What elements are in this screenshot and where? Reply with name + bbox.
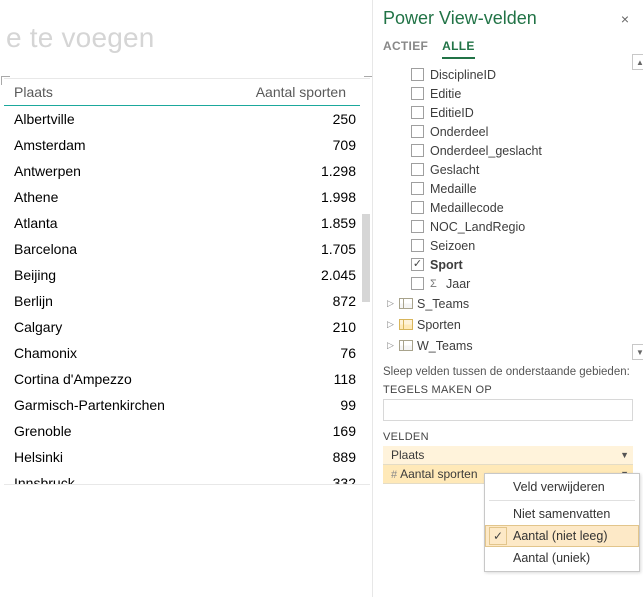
chevron-down-icon[interactable]: ▼ xyxy=(620,450,629,460)
table-row[interactable]: Antwerpen1.298 xyxy=(4,158,370,184)
menu-item-no-summary[interactable]: Niet samenvatten xyxy=(485,503,639,525)
fields-list: DisciplineID Editie EditieID Onderdeel O… xyxy=(389,65,633,356)
chevron-right-icon: ▷ xyxy=(387,298,395,309)
zone-label-tiles: TEGELS MAKEN OP xyxy=(383,384,633,396)
menu-item-count-unique[interactable]: Aantal (uniek) xyxy=(485,547,639,569)
table-row[interactable]: Berlijn872 xyxy=(4,288,370,314)
report-canvas: e te voegen Plaats Aantal sporten Albert… xyxy=(0,0,370,597)
table-row[interactable]: Garmisch-Partenkirchen99 xyxy=(4,392,370,418)
field-checkbox[interactable]: Onderdeel xyxy=(389,122,633,141)
table-body: Albertville250 Amsterdam709 Antwerpen1.2… xyxy=(4,106,370,484)
table-header-row: Plaats Aantal sporten xyxy=(4,79,360,106)
field-checkbox[interactable]: NOC_LandRegio xyxy=(389,217,633,236)
instruction-text: Sleep velden tussen de onderstaande gebi… xyxy=(383,366,633,378)
table-row[interactable]: Chamonix76 xyxy=(4,340,370,366)
table-row[interactable]: Atlanta1.859 xyxy=(4,210,370,236)
table-row[interactable]: Amsterdam709 xyxy=(4,132,370,158)
tab-all[interactable]: ALLE xyxy=(442,39,475,59)
pane-tabs: ACTIEF ALLE xyxy=(383,39,633,59)
table-row[interactable]: Innsbruck332 xyxy=(4,470,370,484)
menu-item-remove-field[interactable]: Veld verwijderen xyxy=(485,476,639,498)
menu-item-count-not-empty[interactable]: ✓Aantal (niet leeg) xyxy=(485,525,639,547)
table-row[interactable]: Albertville250 xyxy=(4,106,370,132)
tiles-drop-zone[interactable] xyxy=(383,399,633,421)
scroll-down-icon[interactable]: ▼ xyxy=(632,344,643,360)
table-row[interactable]: Grenoble169 xyxy=(4,418,370,444)
chevron-right-icon: ▷ xyxy=(387,319,395,330)
field-checkbox[interactable]: Seizoen xyxy=(389,236,633,255)
field-checkbox[interactable]: Medaillecode xyxy=(389,198,633,217)
table-icon xyxy=(399,298,413,309)
field-context-menu: Veld verwijderen Niet samenvatten ✓Aanta… xyxy=(484,473,640,572)
table-row[interactable]: Calgary210 xyxy=(4,314,370,340)
scrollbar-thumb[interactable] xyxy=(362,214,370,302)
table-node[interactable]: ▷S_Teams xyxy=(387,293,633,314)
resize-handle-tl[interactable] xyxy=(1,76,10,85)
field-checkbox[interactable]: EditieID xyxy=(389,103,633,122)
sigma-icon: Σ xyxy=(430,278,440,290)
pane-title: Power View-velden xyxy=(383,8,537,29)
field-checkbox[interactable]: DisciplineID xyxy=(389,65,633,84)
table-icon xyxy=(399,340,413,351)
table-row[interactable]: Cortina d'Ampezzo118 xyxy=(4,366,370,392)
field-checkbox[interactable]: ΣJaar xyxy=(389,274,633,293)
table-row[interactable]: Athene1.998 xyxy=(4,184,370,210)
tab-active[interactable]: ACTIEF xyxy=(383,39,428,59)
table-row[interactable]: Barcelona1.705 xyxy=(4,236,370,262)
menu-separator xyxy=(489,500,635,501)
data-table[interactable]: Plaats Aantal sporten Albertville250 Ams… xyxy=(4,78,370,485)
zone-label-fields: VELDEN xyxy=(383,431,633,443)
table-row[interactable]: Helsinki889 xyxy=(4,444,370,470)
table-node[interactable]: ▷Sporten xyxy=(387,314,633,335)
close-icon[interactable]: × xyxy=(617,9,633,29)
canvas-title: e te voegen xyxy=(0,0,370,78)
column-header-place[interactable]: Plaats xyxy=(14,84,242,100)
column-header-count[interactable]: Aantal sporten xyxy=(242,84,352,100)
check-icon: ✓ xyxy=(489,527,507,545)
chevron-right-icon: ▷ xyxy=(387,340,395,351)
field-checkbox[interactable]: Sport xyxy=(389,255,633,274)
field-checkbox[interactable]: Onderdeel_geslacht xyxy=(389,141,633,160)
table-node[interactable]: ▷W_Teams xyxy=(387,335,633,356)
table-icon xyxy=(399,319,413,330)
scroll-up-icon[interactable]: ▲ xyxy=(632,54,643,70)
field-checkbox[interactable]: Geslacht xyxy=(389,160,633,179)
table-row[interactable]: Beijing2.045 xyxy=(4,262,370,288)
field-checkbox[interactable]: Medaille xyxy=(389,179,633,198)
field-checkbox[interactable]: Editie xyxy=(389,84,633,103)
field-chip-plaats[interactable]: Plaats ▼ xyxy=(383,446,633,465)
